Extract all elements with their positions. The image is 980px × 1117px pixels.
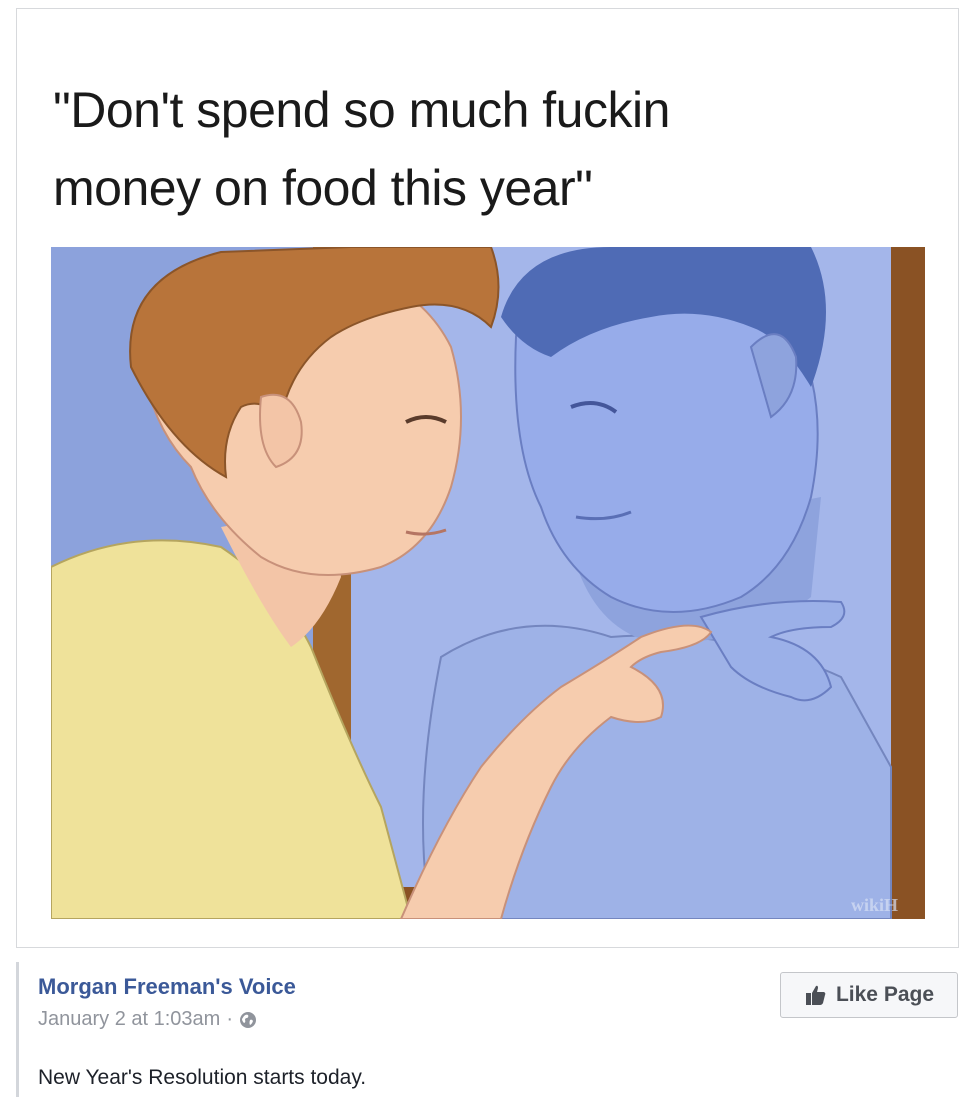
meme-caption-line-1: "Don't spend so much fuckin	[53, 82, 670, 138]
wikihow-watermark: wikiH	[851, 895, 898, 915]
post-meta: Morgan Freeman's Voice January 2 at 1:03…	[16, 962, 959, 1107]
like-page-button[interactable]: Like Page	[780, 972, 958, 1018]
like-page-label: Like Page	[835, 983, 935, 1006]
post-date[interactable]: January 2 at 1:03am	[38, 1008, 220, 1031]
date-separator: ·	[226, 1008, 234, 1030]
thumbs-up-icon	[804, 983, 828, 1007]
meme-caption: "Don't spend so much fuckin money on foo…	[53, 71, 893, 227]
meme-illustration[interactable]: wikiH	[51, 247, 925, 919]
page-name-link[interactable]: Morgan Freeman's Voice	[38, 974, 296, 1000]
quote-rule	[16, 962, 19, 1097]
meme-caption-line-2: money on food this year"	[53, 160, 593, 216]
post-date-row: January 2 at 1:03am ·	[38, 1008, 257, 1031]
globe-icon[interactable]	[239, 1011, 257, 1029]
post-text: New Year's Resolution starts today.	[38, 1066, 367, 1089]
meme-card: "Don't spend so much fuckin money on foo…	[16, 8, 959, 948]
